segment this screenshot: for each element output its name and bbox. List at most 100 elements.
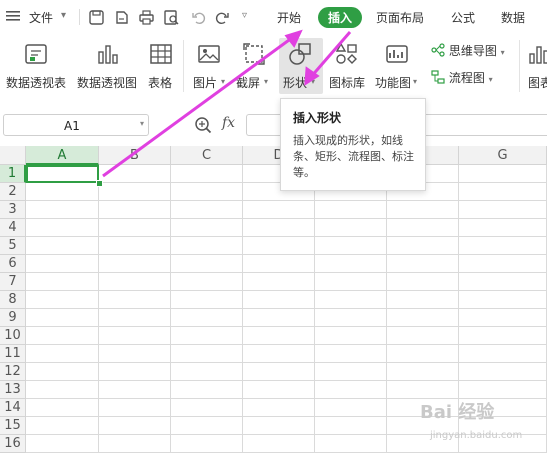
tab-insert[interactable]: 插入: [318, 7, 362, 28]
cell[interactable]: [26, 201, 99, 219]
cell[interactable]: [243, 309, 315, 327]
cell[interactable]: [26, 417, 99, 435]
cell[interactable]: [315, 255, 387, 273]
file-menu[interactable]: 文件: [29, 9, 53, 26]
chart-button[interactable]: 图表: [524, 38, 547, 94]
row-header-8[interactable]: 8: [0, 291, 26, 309]
active-cell-a1[interactable]: [26, 165, 99, 183]
cell[interactable]: [315, 363, 387, 381]
cell[interactable]: [459, 381, 547, 399]
cell[interactable]: [315, 435, 387, 453]
column-header-b[interactable]: B: [99, 146, 171, 165]
screenshot-dropdown-icon[interactable]: ▾: [264, 77, 268, 86]
row-header-6[interactable]: 6: [0, 255, 26, 273]
cell[interactable]: [171, 345, 243, 363]
cell[interactable]: [315, 345, 387, 363]
cell[interactable]: [459, 291, 547, 309]
cell[interactable]: [387, 201, 459, 219]
cell[interactable]: [171, 219, 243, 237]
cell[interactable]: [387, 291, 459, 309]
cell[interactable]: [99, 201, 171, 219]
cell[interactable]: [26, 381, 99, 399]
cell[interactable]: [26, 291, 99, 309]
cell[interactable]: [459, 345, 547, 363]
cell[interactable]: [99, 255, 171, 273]
tab-page-layout[interactable]: 页面布局: [376, 9, 424, 26]
screenshot-button[interactable]: 截屏 ▾: [236, 38, 276, 94]
cell[interactable]: [171, 183, 243, 201]
cell[interactable]: [387, 219, 459, 237]
cell[interactable]: [26, 237, 99, 255]
cell[interactable]: [26, 183, 99, 201]
cell[interactable]: [387, 327, 459, 345]
cell[interactable]: [243, 435, 315, 453]
cell[interactable]: [26, 363, 99, 381]
cell[interactable]: [243, 273, 315, 291]
cell[interactable]: [315, 417, 387, 435]
print-preview-icon[interactable]: [164, 10, 179, 25]
cell[interactable]: [459, 309, 547, 327]
cell[interactable]: [459, 237, 547, 255]
print-icon[interactable]: [139, 10, 154, 25]
cell[interactable]: [99, 291, 171, 309]
cell[interactable]: [171, 399, 243, 417]
cell[interactable]: [315, 201, 387, 219]
flowchart-dropdown-icon[interactable]: ▾: [489, 75, 493, 84]
row-header-16[interactable]: 16: [0, 435, 26, 453]
cell[interactable]: [243, 381, 315, 399]
cell[interactable]: [387, 237, 459, 255]
cell[interactable]: [171, 417, 243, 435]
row-header-15[interactable]: 15: [0, 417, 26, 435]
cell[interactable]: [243, 201, 315, 219]
cell[interactable]: [26, 309, 99, 327]
cell[interactable]: [315, 381, 387, 399]
cell[interactable]: [387, 309, 459, 327]
row-header-7[interactable]: 7: [0, 273, 26, 291]
row-header-11[interactable]: 11: [0, 345, 26, 363]
cell[interactable]: [26, 327, 99, 345]
cell[interactable]: [171, 165, 243, 183]
function-chart-button[interactable]: 功能图 ▾: [373, 38, 423, 94]
cell[interactable]: [99, 327, 171, 345]
cell[interactable]: [99, 381, 171, 399]
row-header-12[interactable]: 12: [0, 363, 26, 381]
cell[interactable]: [459, 183, 547, 201]
fill-handle[interactable]: [96, 180, 103, 187]
name-box[interactable]: A1 ▾: [3, 114, 149, 136]
icon-library-button[interactable]: 图标库: [327, 38, 367, 94]
row-header-14[interactable]: 14: [0, 399, 26, 417]
cell[interactable]: [99, 345, 171, 363]
row-header-3[interactable]: 3: [0, 201, 26, 219]
cell[interactable]: [26, 345, 99, 363]
function-chart-dropdown-icon[interactable]: ▾: [413, 77, 417, 86]
cell[interactable]: [171, 363, 243, 381]
row-header-1[interactable]: 1: [0, 165, 26, 183]
cell[interactable]: [99, 219, 171, 237]
cell[interactable]: [171, 381, 243, 399]
cell[interactable]: [171, 435, 243, 453]
tab-formulas[interactable]: 公式: [451, 9, 475, 26]
cell[interactable]: [459, 219, 547, 237]
row-header-9[interactable]: 9: [0, 309, 26, 327]
cell[interactable]: [243, 399, 315, 417]
flowchart-button[interactable]: 流程图 ▾: [431, 69, 493, 86]
save-icon[interactable]: [89, 10, 104, 25]
file-dropdown-icon[interactable]: ▾: [61, 10, 66, 21]
cell[interactable]: [171, 201, 243, 219]
cell[interactable]: [99, 165, 171, 183]
cell[interactable]: [243, 255, 315, 273]
cell[interactable]: [459, 273, 547, 291]
cell[interactable]: [459, 201, 547, 219]
table-button[interactable]: 表格: [146, 38, 176, 94]
pivot-table-button[interactable]: 数据透视表: [4, 38, 68, 94]
cell[interactable]: [387, 345, 459, 363]
cell[interactable]: [26, 273, 99, 291]
picture-button[interactable]: 图片 ▾: [190, 38, 230, 94]
cell[interactable]: [243, 345, 315, 363]
select-all-corner[interactable]: [0, 146, 26, 165]
tab-data[interactable]: 数据: [501, 9, 525, 26]
name-box-dropdown-icon[interactable]: ▾: [140, 119, 144, 128]
cell[interactable]: [26, 255, 99, 273]
row-header-4[interactable]: 4: [0, 219, 26, 237]
undo-icon[interactable]: [191, 10, 206, 25]
